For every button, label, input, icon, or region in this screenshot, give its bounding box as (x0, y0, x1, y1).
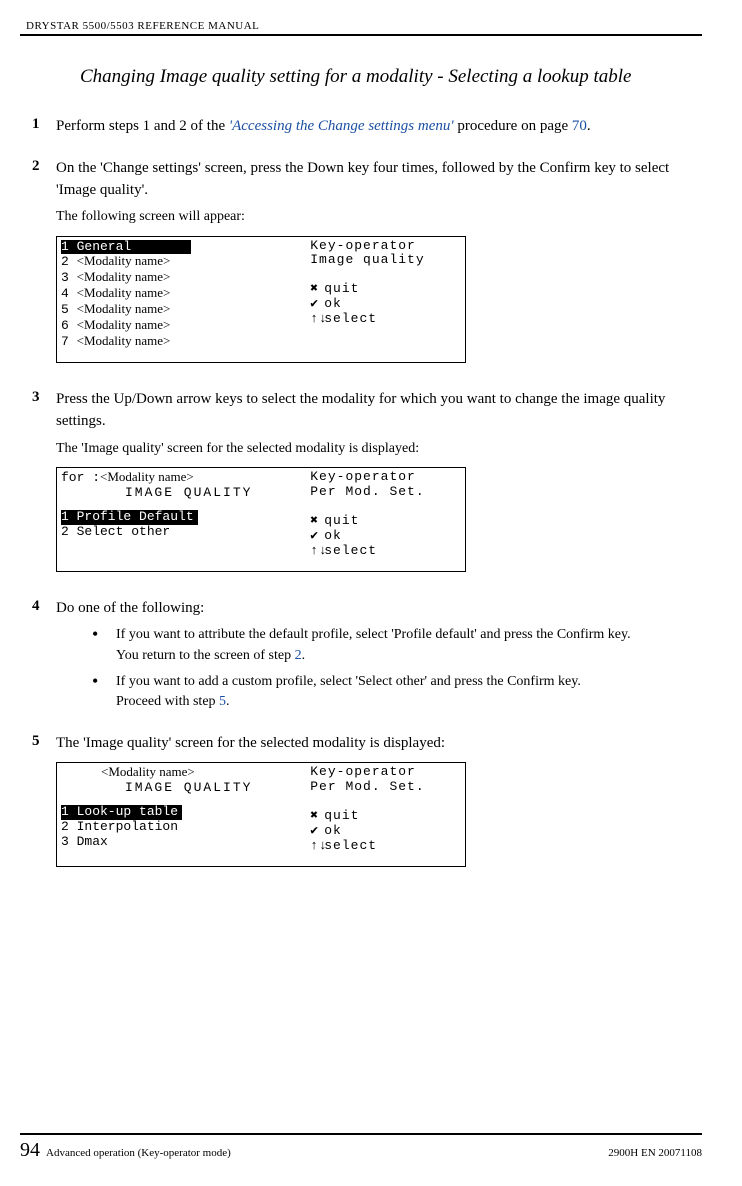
step-number: 3 (20, 389, 56, 589)
link-step-5[interactable]: 5 (219, 694, 226, 709)
screen-subtitle: Image quality (310, 253, 461, 268)
step-subtext: The 'Image quality' screen for the selec… (56, 439, 702, 459)
step-number: 1 (20, 116, 56, 144)
menu-row: 2 Select other (61, 525, 302, 540)
lcd-screen-2: for :<Modality name> IMAGE QUALITY 1 Pro… (56, 467, 466, 572)
screen-heading: IMAGE QUALITY (61, 781, 302, 796)
x-icon: ✖ (310, 809, 324, 824)
bullet-icon: • (92, 625, 116, 666)
menu-row: 2 <Modality name> (61, 254, 302, 270)
step-text: The 'Image quality' screen for the selec… (56, 733, 702, 755)
key-hint: ✔ok (310, 297, 461, 312)
bullet-item: • If you want to attribute the default p… (92, 625, 702, 666)
step-text: Perform steps 1 and 2 of the 'Accessing … (56, 116, 702, 138)
menu-row: 4 <Modality name> (61, 286, 302, 302)
step-2: 2 On the 'Change settings' screen, press… (20, 158, 702, 381)
key-hint: ✖quit (310, 809, 461, 824)
check-icon: ✔ (310, 824, 324, 839)
link-accessing-menu[interactable]: 'Accessing the Change settings menu' (229, 118, 454, 134)
text: Proceed with step (116, 694, 219, 709)
screen-subtitle: Per Mod. Set. (310, 485, 461, 500)
bullet-item: • If you want to add a custom profile, s… (92, 672, 702, 713)
menu-row: 3 Dmax (61, 835, 302, 850)
menu-row: 3 <Modality name> (61, 270, 302, 286)
screen-title: Key-operator (310, 239, 461, 254)
step-number: 4 (20, 598, 56, 719)
link-page-70[interactable]: 70 (572, 118, 587, 134)
step-text: On the 'Change settings' screen, press t… (56, 158, 702, 202)
text: Perform steps 1 and 2 of the (56, 118, 229, 134)
screen-title: Key-operator (310, 765, 461, 780)
footer-right-text: 2900H EN 20071108 (608, 1147, 702, 1159)
step-4: 4 Do one of the following: • If you want… (20, 598, 702, 719)
footer-left-text: Advanced operation (Key-operator mode) (46, 1147, 608, 1159)
step-text: Do one of the following: (56, 598, 702, 620)
text: . (226, 694, 230, 709)
x-icon: ✖ (310, 282, 324, 297)
updown-icon: ↑↓ (310, 544, 324, 559)
menu-row: 7 <Modality name> (61, 334, 302, 350)
menu-row: 2 Interpolation (61, 820, 302, 835)
page-title: Changing Image quality setting for a mod… (80, 66, 702, 88)
menu-row-selected: 1 General (61, 240, 191, 255)
lcd-screen-3: <Modality name> IMAGE QUALITY 1 Look-up … (56, 762, 466, 867)
step-3: 3 Press the Up/Down arrow keys to select… (20, 389, 702, 589)
key-hint: ↑↓select (310, 839, 461, 854)
text: procedure on page (454, 118, 572, 134)
key-hint: ✔ok (310, 529, 461, 544)
screen-for-line: <Modality name> (61, 765, 302, 781)
text: If you want to add a custom profile, sel… (116, 674, 581, 689)
text: You return to the screen of step (116, 648, 295, 663)
step-1: 1 Perform steps 1 and 2 of the 'Accessin… (20, 116, 702, 144)
step-subtext: The following screen will appear: (56, 207, 702, 227)
text: . (587, 118, 591, 134)
footer-rule (20, 1133, 702, 1135)
header-rule (20, 34, 702, 36)
menu-row-selected: 1 Look-up table (61, 805, 182, 820)
step-number: 2 (20, 158, 56, 381)
updown-icon: ↑↓ (310, 312, 324, 327)
key-hint: ✔ok (310, 824, 461, 839)
text: . (302, 648, 306, 663)
screen-for-line: for :<Modality name> (61, 470, 302, 486)
check-icon: ✔ (310, 297, 324, 312)
screen-title: Key-operator (310, 470, 461, 485)
menu-row-selected: 1 Profile Default (61, 510, 198, 525)
running-header: DRYSTAR 5500/5503 REFERENCE MANUAL (20, 20, 702, 32)
step-number: 5 (20, 733, 56, 885)
lcd-screen-1: 1 General 2 <Modality name> 3 <Modality … (56, 236, 466, 364)
link-step-2[interactable]: 2 (295, 648, 302, 663)
step-text: Press the Up/Down arrow keys to select t… (56, 389, 702, 433)
page-number: 94 (20, 1139, 46, 1162)
key-hint: ↑↓select (310, 544, 461, 559)
key-hint: ✖quit (310, 282, 461, 297)
key-hint: ↑↓select (310, 312, 461, 327)
menu-row: 6 <Modality name> (61, 318, 302, 334)
menu-row: 5 <Modality name> (61, 302, 302, 318)
screen-subtitle: Per Mod. Set. (310, 780, 461, 795)
x-icon: ✖ (310, 514, 324, 529)
screen-heading: IMAGE QUALITY (61, 486, 302, 501)
step-5: 5 The 'Image quality' screen for the sel… (20, 733, 702, 885)
updown-icon: ↑↓ (310, 839, 324, 854)
key-hint: ✖quit (310, 514, 461, 529)
page-footer: 94 Advanced operation (Key-operator mode… (20, 1133, 702, 1162)
check-icon: ✔ (310, 529, 324, 544)
text: If you want to attribute the default pro… (116, 627, 631, 642)
bullet-icon: • (92, 672, 116, 713)
